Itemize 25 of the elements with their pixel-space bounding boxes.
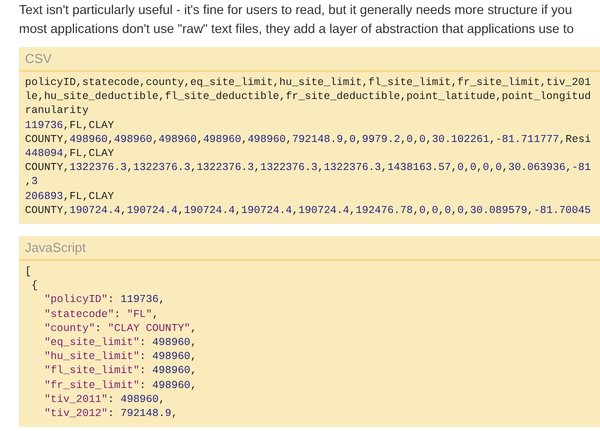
code-line: 206893,FL,CLAY xyxy=(25,190,114,204)
code-line: policyID,statecode,county,eq_site_limit,hu_site_limit,fl_site_limit,fr_site_limit,tiv_201 xyxy=(25,76,591,90)
code-line: COUNTY,190724.4,190724.4,190724.4,190724.4,190724.4,192476.78,0,0,0,0,30.089579,-81.70045 xyxy=(25,204,591,218)
code-line: "policyID": 119736, xyxy=(44,293,165,308)
code-line: 119736,FL,CLAY xyxy=(25,118,114,133)
code-line: ranularity xyxy=(25,104,89,119)
paragraph-line: most applications don't use "raw" text files, they add a layer of abstraction that applications use to xyxy=(19,20,575,38)
code-line: "tiv_2011": 498960, xyxy=(44,392,165,408)
code-line: { xyxy=(31,279,38,294)
code-line: le,hu_site_deductible,fl_site_deductible,fr_site_deductible,point_latitude,point_longitud xyxy=(25,90,591,104)
code-line: [ xyxy=(25,265,32,280)
code-line: "hu_site_limit": 498960, xyxy=(44,350,197,364)
code-line: "statecode": "FL", xyxy=(44,308,159,322)
code-block-title: CSV xyxy=(25,50,52,68)
code-block-title: JavaScript xyxy=(25,238,86,257)
code-line: COUNTY,498960,498960,498960,498960,498960,792148.9,0,9979.2,0,0,30.102261,-81.711777,Resi xyxy=(25,132,591,148)
code-line: COUNTY,1322376.3,1322376.3,1322376.3,1322376.3,1322376.3,1438163.57,0,0,0,0,30.063936,-81 xyxy=(25,161,591,176)
code-line: "eq_site_limit": 498960, xyxy=(44,336,197,350)
code-line: "tiv_2012": 792148.9, xyxy=(44,407,178,422)
code-line: "fr_site_limit": 498960, xyxy=(44,378,197,393)
paragraph-line: Text isn't particularly useful - it's fine for users to read, but it generally needs more structure if you xyxy=(19,1,574,19)
code-line: "county": "CLAY COUNTY", xyxy=(44,322,197,336)
code-line: ,3 xyxy=(25,175,38,190)
code-line: "fl_site_limit": 498960, xyxy=(44,364,197,379)
code-line: 448094,FL,CLAY xyxy=(25,147,114,162)
